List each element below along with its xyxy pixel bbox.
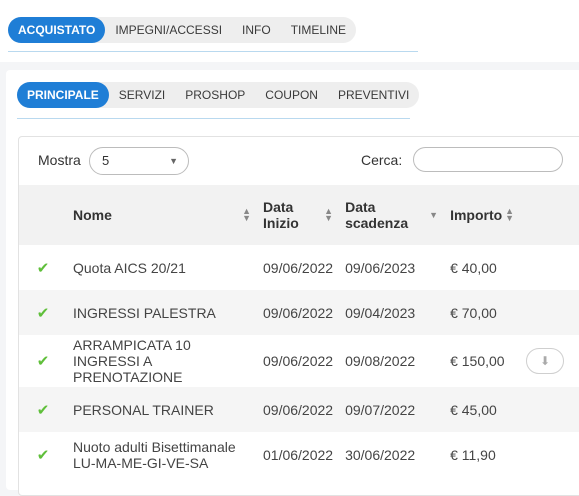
page-length-select[interactable]: 5 ▼ xyxy=(89,147,189,175)
main-tabs: ACQUISTATO IMPEGNI/ACCESSI INFO TIMELINE xyxy=(8,17,357,43)
tab-servizi[interactable]: SERVIZI xyxy=(109,82,175,108)
purchases-table-box: Mostra 5 ▼ Cerca: Nome ▲ ▼ Data Inizio ▲ ▼ xyxy=(18,136,579,496)
check-icon: ✔ xyxy=(19,290,67,335)
row-start: 09/06/2022 xyxy=(257,387,340,432)
table-header-row: Nome ▲ ▼ Data Inizio ▲ ▼ Data scadenza ▼ I… xyxy=(19,185,579,245)
header-amount-label: Importo xyxy=(450,207,503,223)
row-actions: ⬇ xyxy=(520,335,579,387)
row-start: 09/06/2022 xyxy=(257,245,340,290)
row-name: Quota AICS 20/21 xyxy=(67,245,257,290)
sort-icon: ▲ ▼ xyxy=(505,206,515,223)
header-name[interactable]: Nome ▲ ▼ xyxy=(67,185,257,245)
sub-tab-underline xyxy=(17,118,410,119)
row-name: INGRESSI PALESTRA xyxy=(67,290,257,335)
tab-impegni-accessi[interactable]: IMPEGNI/ACCESSI xyxy=(105,17,232,43)
row-amount: € 11,90 xyxy=(444,432,521,477)
row-name: PERSONAL TRAINER xyxy=(67,387,257,432)
row-actions xyxy=(520,387,579,432)
check-icon: ✔ xyxy=(19,387,67,432)
search-label: Cerca: xyxy=(361,152,403,168)
table-row: ✔ INGRESSI PALESTRA 09/06/2022 09/04/202… xyxy=(19,290,579,335)
header-start[interactable]: Data Inizio ▲ ▼ xyxy=(257,185,340,245)
table-row: ✔ Quota AICS 20/21 09/06/2022 09/06/2023… xyxy=(19,245,579,290)
row-amount: € 70,00 xyxy=(444,290,521,335)
tab-underline xyxy=(8,51,418,52)
chevron-down-icon: ▼ xyxy=(169,156,178,166)
row-name: Nuoto adulti Bisettimanale LU-MA-ME-GI-V… xyxy=(67,432,257,477)
show-label: Mostra xyxy=(38,152,81,168)
row-amount: € 150,00 xyxy=(444,335,521,387)
purchases-table: Nome ▲ ▼ Data Inizio ▲ ▼ Data scadenza ▼ I… xyxy=(19,185,579,477)
content-card: PRINCIPALE SERVIZI PROSHOP COUPON PREVEN… xyxy=(6,70,579,496)
row-start: 01/06/2022 xyxy=(257,432,340,477)
sort-icon: ▲ ▼ xyxy=(242,206,251,223)
row-end: 09/08/2022 xyxy=(339,335,445,387)
row-actions xyxy=(520,245,579,290)
row-amount: € 45,00 xyxy=(444,387,521,432)
sort-desc-icon: ▼ xyxy=(429,210,439,220)
top-panel: ACQUISTATO IMPEGNI/ACCESSI INFO TIMELINE xyxy=(0,0,579,62)
check-icon: ✔ xyxy=(19,245,67,290)
row-end: 09/07/2022 xyxy=(339,387,445,432)
row-start: 09/06/2022 xyxy=(257,290,340,335)
row-actions xyxy=(520,432,579,477)
tab-acquistato[interactable]: ACQUISTATO xyxy=(8,17,106,43)
tab-info[interactable]: INFO xyxy=(232,17,281,43)
header-start-label: Data Inizio xyxy=(263,199,299,231)
sort-icon: ▲ ▼ xyxy=(324,206,334,223)
tab-proshop[interactable]: PROSHOP xyxy=(175,82,255,108)
tab-principale[interactable]: PRINCIPALE xyxy=(17,82,109,108)
search-input[interactable] xyxy=(413,147,563,172)
tab-preventivi[interactable]: PREVENTIVI xyxy=(328,82,419,108)
header-actions xyxy=(520,185,579,245)
page-length-value: 5 xyxy=(102,153,110,168)
table-row: ✔ PERSONAL TRAINER 09/06/2022 09/07/2022… xyxy=(19,387,579,432)
tab-coupon[interactable]: COUPON xyxy=(255,82,328,108)
row-end: 09/06/2023 xyxy=(339,245,445,290)
row-amount: € 40,00 xyxy=(444,245,521,290)
download-button[interactable]: ⬇ xyxy=(526,348,565,374)
check-icon: ✔ xyxy=(19,432,67,477)
header-amount[interactable]: Importo ▲ ▼ xyxy=(444,185,521,245)
table-row: ✔ Nuoto adulti Bisettimanale LU-MA-ME-GI… xyxy=(19,432,579,477)
header-end[interactable]: Data scadenza ▼ xyxy=(339,185,445,245)
header-end-label: Data scadenza xyxy=(345,199,409,231)
header-name-label: Nome xyxy=(73,207,112,223)
table-row: ✔ ARRAMPICATA 10 INGRESSI A PRENOTAZIONE… xyxy=(19,335,579,387)
download-icon: ⬇ xyxy=(540,354,551,368)
header-check xyxy=(19,185,67,245)
row-start: 09/06/2022 xyxy=(257,335,340,387)
row-end: 30/06/2022 xyxy=(339,432,445,477)
row-name: ARRAMPICATA 10 INGRESSI A PRENOTAZIONE xyxy=(67,335,257,387)
row-end: 09/04/2023 xyxy=(339,290,445,335)
row-actions xyxy=(520,290,579,335)
check-icon: ✔ xyxy=(19,335,67,387)
sub-tabs: PRINCIPALE SERVIZI PROSHOP COUPON PREVEN… xyxy=(17,82,420,108)
tab-timeline[interactable]: TIMELINE xyxy=(281,17,356,43)
